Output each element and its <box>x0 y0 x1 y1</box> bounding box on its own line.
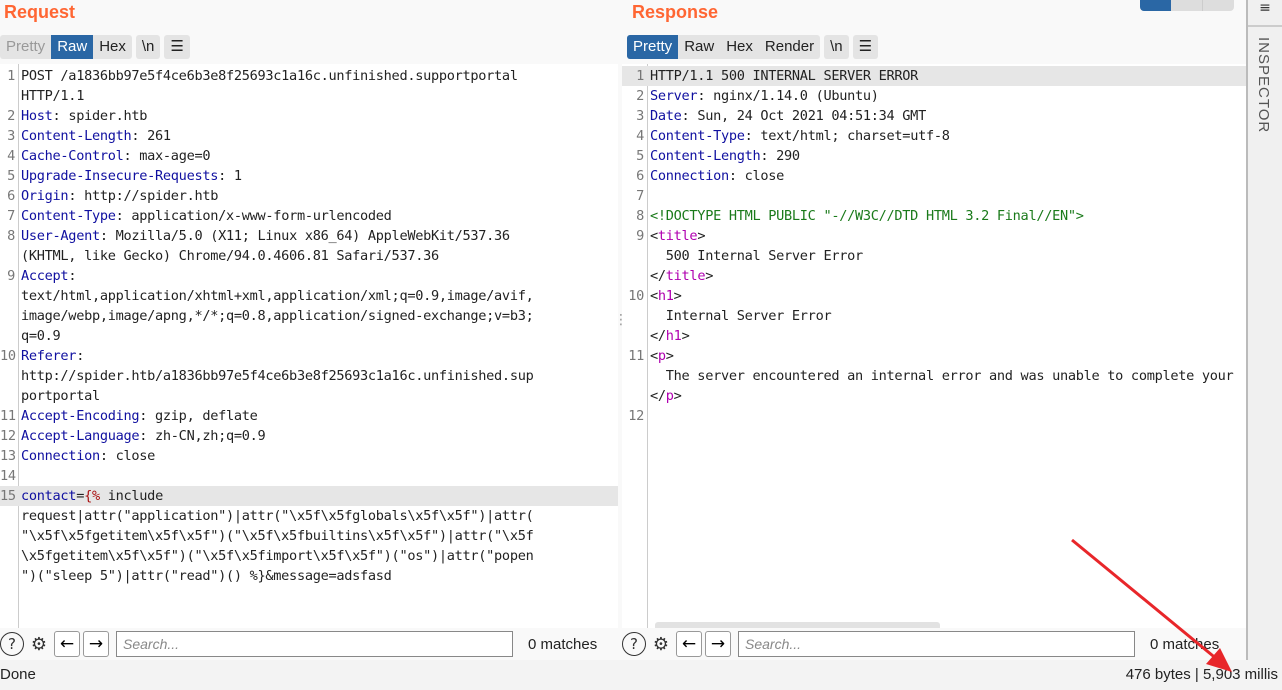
red-annotation-arrow <box>1071 538 1232 672</box>
arrow-shaft <box>1071 538 1219 662</box>
